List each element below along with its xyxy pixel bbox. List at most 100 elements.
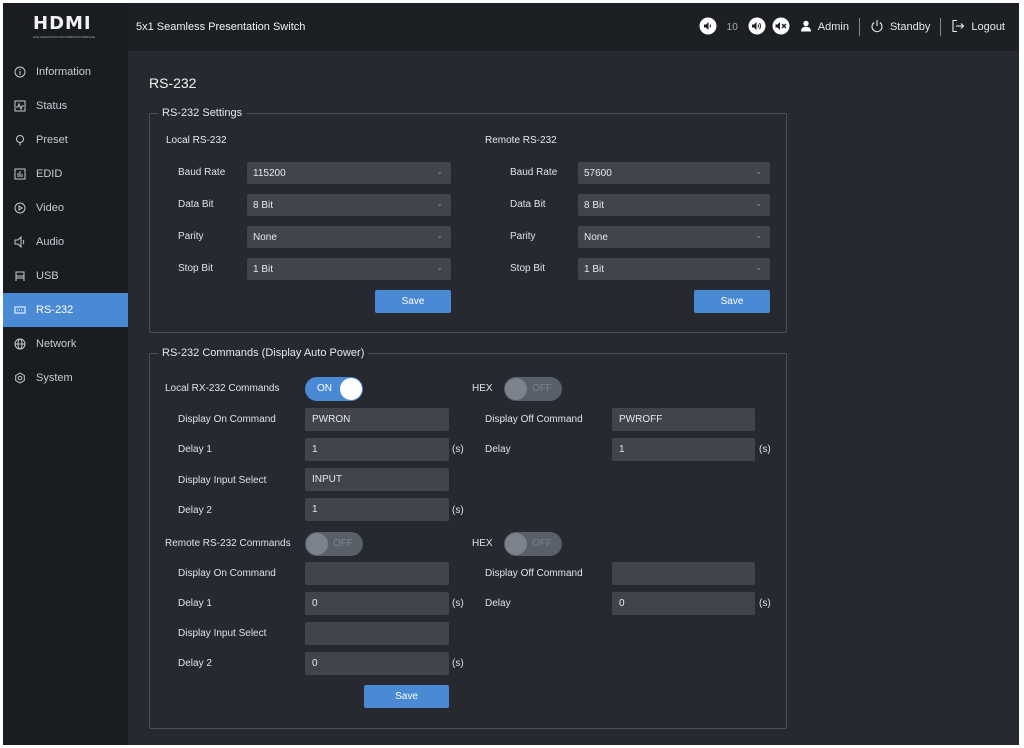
sidebar-item-edid[interactable]: EDID [3, 157, 128, 191]
remote-baud-label: Baud Rate [510, 167, 558, 178]
seconds-unit: (s) [452, 658, 464, 669]
local-baud-select[interactable]: 115200 ⌄ [247, 162, 451, 184]
sidebar-item-label: Information [36, 66, 92, 78]
edid-icon [13, 167, 27, 181]
local-hex-label: HEX [472, 383, 493, 394]
remote-commands-toggle[interactable]: OFF [305, 532, 363, 556]
status-icon [13, 99, 27, 113]
local-databit-value: 8 Bit [253, 199, 274, 211]
admin-label[interactable]: Admin [818, 21, 849, 33]
sidebar-item-information[interactable]: Information [3, 55, 128, 89]
volume-down-icon[interactable] [699, 17, 717, 38]
local-stopbit-label: Stop Bit [178, 263, 214, 274]
user-icon [800, 20, 812, 35]
local-delay1-input[interactable]: 1 [305, 438, 449, 461]
header-divider [940, 18, 942, 36]
sidebar-item-rs232[interactable]: RS-232 [3, 293, 128, 327]
remote-parity-select[interactable]: None ⌄ [578, 226, 770, 248]
local-stopbit-select[interactable]: 1 Bit ⌄ [247, 258, 451, 280]
chevron-down-icon: ⌄ [755, 167, 762, 176]
remote-on-command-label: Display On Command [178, 568, 276, 579]
local-on-command-label: Display On Command [178, 414, 276, 425]
sidebar-item-preset[interactable]: Preset [3, 123, 128, 157]
local-save-button[interactable]: Save [375, 290, 451, 313]
logo-subtitle: HIGH-DEFINITION MULTIMEDIA INTERFACE [33, 35, 96, 39]
seconds-unit: (s) [452, 444, 464, 455]
remote-databit-select[interactable]: 8 Bit ⌄ [578, 194, 770, 216]
local-delay-input[interactable]: 1 [612, 438, 755, 461]
preset-icon [13, 133, 27, 147]
remote-save-button[interactable]: Save [694, 290, 770, 313]
chevron-down-icon: ⌄ [436, 231, 443, 240]
remote-parity-label: Parity [510, 231, 536, 242]
sidebar-item-usb[interactable]: USB [3, 259, 128, 293]
sidebar-item-network[interactable]: Network [3, 327, 128, 361]
remote-databit-label: Data Bit [510, 199, 546, 210]
rs232-settings-panel: RS-232 Settings [149, 107, 787, 333]
sidebar-item-label: USB [36, 270, 59, 282]
local-off-command-input[interactable]: PWROFF [612, 408, 755, 431]
toggle-knob [505, 533, 527, 555]
sidebar-item-video[interactable]: Video [3, 191, 128, 225]
local-databit-select[interactable]: 8 Bit ⌄ [247, 194, 451, 216]
commands-save-button[interactable]: Save [364, 685, 449, 708]
chevron-down-icon: ⌄ [755, 199, 762, 208]
local-on-command-input[interactable]: PWRON [305, 408, 449, 431]
sidebar-item-system[interactable]: System [3, 361, 128, 395]
remote-baud-select[interactable]: 57600 ⌄ [578, 162, 770, 184]
remote-stopbit-select[interactable]: 1 Bit ⌄ [578, 258, 770, 280]
rs232-settings-legend: RS-232 Settings [162, 107, 243, 119]
seconds-unit: (s) [452, 598, 464, 609]
remote-delay-input[interactable]: 0 [612, 592, 755, 615]
remote-delay-label: Delay [485, 598, 511, 609]
app-title: 5x1 Seamless Presentation Switch [136, 21, 306, 33]
local-baud-label: Baud Rate [178, 167, 226, 178]
remote-off-command-label: Display Off Command [485, 568, 583, 579]
audio-icon [13, 235, 27, 249]
local-parity-label: Parity [178, 231, 204, 242]
local-hex-toggle[interactable]: OFF [504, 377, 562, 401]
sidebar-item-status[interactable]: Status [3, 89, 128, 123]
local-input-select-input[interactable]: INPUT [305, 468, 449, 491]
remote-hex-toggle[interactable]: OFF [504, 532, 562, 556]
remote-delay2-input[interactable]: 0 [305, 652, 449, 675]
volume-value: 10 [726, 21, 738, 33]
toggle-knob [306, 533, 328, 555]
main-content: RS-232 RS-232 Settings Local RS-232 Baud… [128, 51, 1019, 745]
local-delay2-label: Delay 2 [178, 505, 212, 516]
remote-delay1-input[interactable]: 0 [305, 592, 449, 615]
remote-stopbit-label: Stop Bit [510, 263, 546, 274]
sidebar: HDMI HIGH-DEFINITION MULTIMEDIA INTERFAC… [3, 3, 128, 745]
logout-icon[interactable] [951, 19, 965, 36]
remote-off-command-input[interactable] [612, 562, 755, 585]
rs232-icon [13, 303, 27, 317]
toggle-state-label: OFF [333, 538, 353, 549]
sidebar-item-label: System [36, 372, 73, 384]
sidebar-item-audio[interactable]: Audio [3, 225, 128, 259]
remote-commands-label: Remote RS-232 Commands [165, 538, 291, 549]
toggle-state-label: ON [317, 383, 332, 394]
remote-rs232-title: Remote RS-232 [485, 135, 557, 146]
mute-icon[interactable] [772, 17, 790, 38]
local-parity-select[interactable]: None ⌄ [247, 226, 451, 248]
chevron-down-icon: ⌄ [436, 199, 443, 208]
network-icon [13, 337, 27, 351]
remote-on-command-input[interactable] [305, 562, 449, 585]
local-commands-label: Local RX-232 Commands [165, 383, 280, 394]
header-controls: 10 Admin Standby Logout [699, 3, 1005, 51]
logout-button[interactable]: Logout [971, 21, 1005, 33]
header-divider [858, 18, 860, 36]
local-delay-label: Delay [485, 444, 511, 455]
remote-input-select-input[interactable] [305, 622, 449, 645]
system-icon [13, 371, 27, 385]
local-off-command-label: Display Off Command [485, 414, 583, 425]
toggle-state-label: OFF [532, 538, 552, 549]
volume-up-icon[interactable] [748, 17, 766, 38]
standby-button[interactable]: Standby [890, 21, 930, 33]
remote-baud-value: 57600 [584, 167, 612, 179]
local-delay2-input[interactable]: 1 [305, 498, 449, 521]
local-commands-toggle[interactable]: ON [305, 377, 363, 401]
local-parity-value: None [253, 231, 277, 243]
standby-icon[interactable] [870, 19, 884, 36]
sidebar-item-label: Audio [36, 236, 65, 248]
